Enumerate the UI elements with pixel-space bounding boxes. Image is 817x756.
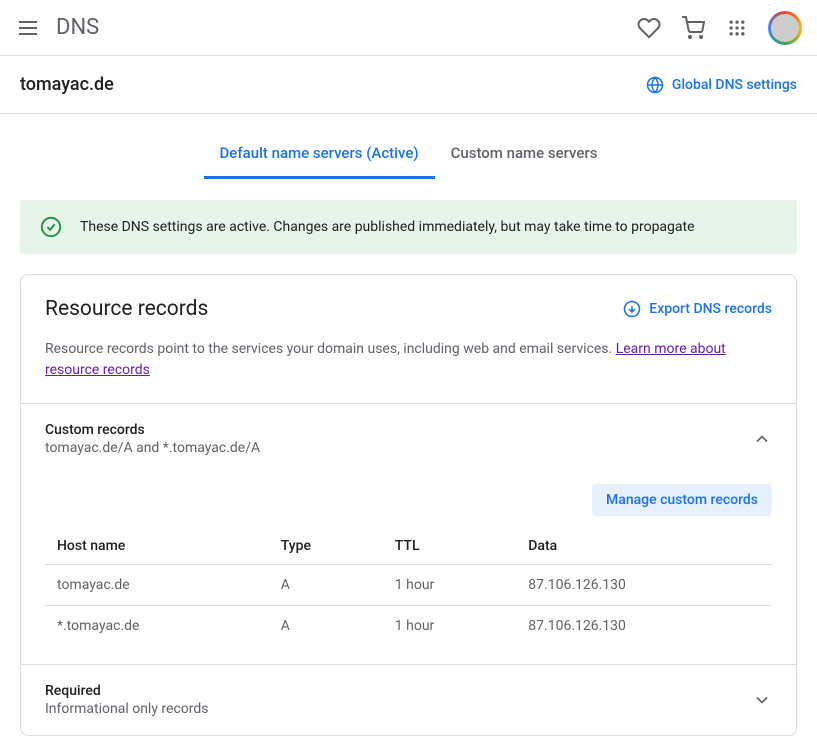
- col-type: Type: [269, 528, 383, 565]
- domain-name: tomayac.de: [20, 74, 114, 95]
- top-bar: DNS: [0, 0, 817, 56]
- cell-ttl: 1 hour: [383, 565, 517, 606]
- tabs: Default name servers (Active) Custom nam…: [0, 130, 817, 180]
- table-row: tomayac.de A 1 hour 87.106.126.130: [45, 565, 772, 606]
- required-records-toggle[interactable]: Required Informational only records: [45, 683, 772, 717]
- cart-icon[interactable]: [681, 16, 705, 40]
- manage-custom-records-button[interactable]: Manage custom records: [592, 484, 772, 516]
- description-text: Resource records point to the services y…: [45, 341, 616, 357]
- col-host: Host name: [45, 528, 269, 565]
- menu-icon[interactable]: [16, 16, 40, 40]
- resource-records-description: Resource records point to the services y…: [45, 339, 772, 381]
- export-dns-records-link[interactable]: Export DNS records: [623, 300, 772, 318]
- top-right: [637, 12, 801, 44]
- globe-icon: [646, 76, 664, 94]
- col-ttl: TTL: [383, 528, 517, 565]
- export-label: Export DNS records: [649, 301, 772, 317]
- table-row: *.tomayac.de A 1 hour 87.106.126.130: [45, 606, 772, 647]
- cell-host: tomayac.de: [45, 565, 269, 606]
- card-header-section: Resource records Export DNS records Reso…: [21, 275, 796, 403]
- banner-message: These DNS settings are active. Changes a…: [80, 219, 695, 235]
- cell-type: A: [269, 565, 383, 606]
- avatar[interactable]: [769, 12, 801, 44]
- apps-icon[interactable]: [725, 16, 749, 40]
- cell-type: A: [269, 606, 383, 647]
- heart-icon[interactable]: [637, 16, 661, 40]
- required-records-section: Required Informational only records: [21, 664, 796, 735]
- global-dns-settings-link[interactable]: Global DNS settings: [646, 76, 797, 94]
- check-circle-icon: [40, 216, 62, 238]
- app-title: DNS: [56, 15, 99, 40]
- global-settings-label: Global DNS settings: [672, 77, 797, 93]
- chevron-up-icon: [752, 429, 772, 449]
- required-title: Required: [45, 683, 101, 699]
- cell-host: *.tomayac.de: [45, 606, 269, 647]
- download-icon: [623, 300, 641, 318]
- chevron-down-icon: [752, 690, 772, 710]
- custom-records-subtitle: tomayac.de/A and *.tomayac.de/A: [45, 440, 260, 456]
- custom-records-section: Custom records tomayac.de/A and *.tomaya…: [21, 403, 796, 664]
- domain-bar: tomayac.de Global DNS settings: [0, 56, 817, 114]
- required-subtitle: Informational only records: [45, 701, 209, 717]
- cell-data: 87.106.126.130: [516, 606, 772, 647]
- custom-records-toggle[interactable]: Custom records tomayac.de/A and *.tomaya…: [45, 422, 772, 456]
- cell-ttl: 1 hour: [383, 606, 517, 647]
- top-left: DNS: [16, 15, 99, 40]
- resource-records-card: Resource records Export DNS records Reso…: [20, 274, 797, 736]
- status-banner: These DNS settings are active. Changes a…: [20, 200, 797, 254]
- resource-records-title: Resource records: [45, 297, 208, 321]
- tab-custom-name-servers[interactable]: Custom name servers: [435, 130, 614, 179]
- tab-default-name-servers[interactable]: Default name servers (Active): [204, 130, 435, 179]
- records-table: Host name Type TTL Data tomayac.de A 1 h…: [45, 528, 772, 646]
- custom-records-title: Custom records: [45, 422, 145, 438]
- cell-data: 87.106.126.130: [516, 565, 772, 606]
- col-data: Data: [516, 528, 772, 565]
